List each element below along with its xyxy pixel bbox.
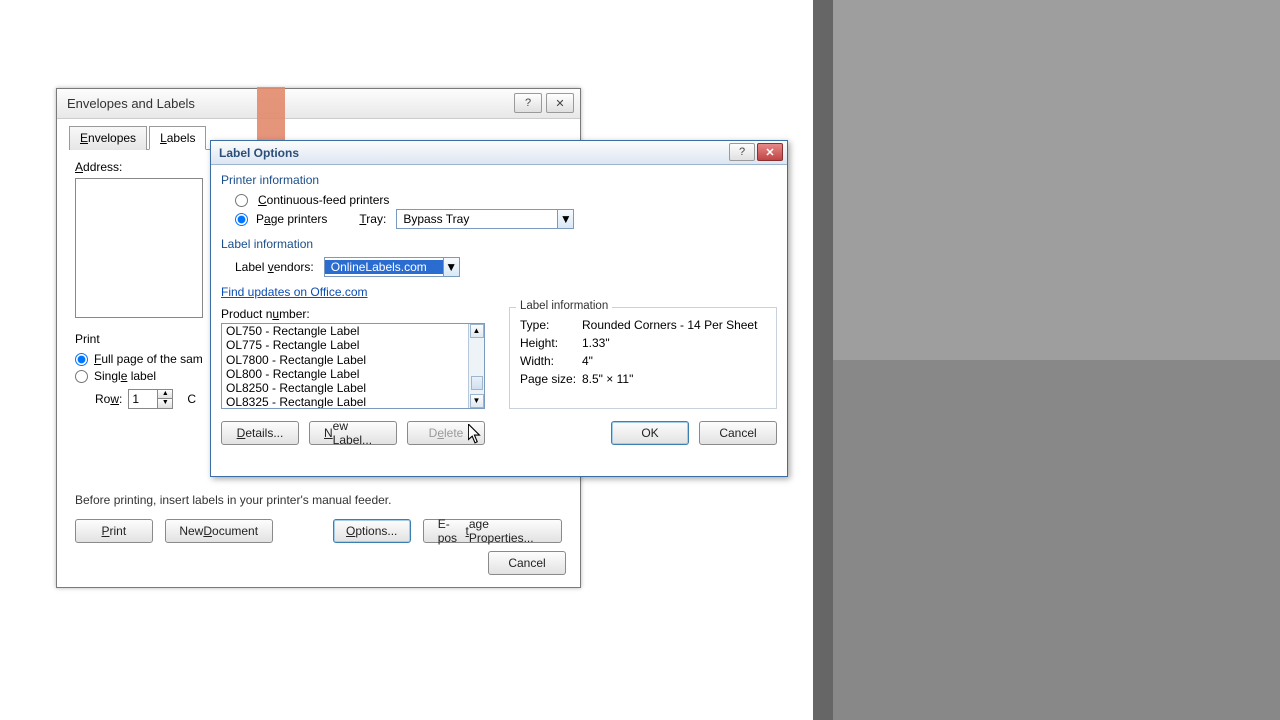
info-page-key: Page size:: [520, 372, 582, 386]
row-step-up[interactable]: ▲: [158, 390, 172, 399]
scroll-up-button[interactable]: ▲: [470, 324, 484, 338]
list-item[interactable]: OL800 - Rectangle Label: [222, 367, 468, 381]
scroll-thumb[interactable]: [471, 376, 483, 390]
options-help-button[interactable]: ?: [729, 143, 755, 161]
row-stepper[interactable]: ▲ ▼: [128, 389, 173, 409]
info-page-val: 8.5" × 11": [582, 372, 766, 386]
options-titlebar: Label Options ? ✕: [211, 141, 787, 165]
dialog-titlebar: Envelopes and Labels ? ✕: [57, 89, 580, 119]
find-updates-link[interactable]: Find updates on Office.com: [221, 285, 368, 299]
app-gutter: [813, 0, 833, 720]
vendor-label: Label vendors:: [235, 260, 314, 274]
info-width-key: Width:: [520, 354, 582, 368]
info-height-val: 1.33": [582, 336, 766, 350]
list-scrollbar[interactable]: ▲ ▼: [468, 324, 484, 408]
address-textarea[interactable]: [75, 178, 203, 318]
info-type-val: Rounded Corners - 14 Per Sheet: [582, 318, 766, 332]
print-button[interactable]: Print: [75, 519, 153, 543]
list-item[interactable]: OL775 - Rectangle Label: [222, 338, 468, 352]
new-label-button[interactable]: New Label...: [309, 421, 397, 445]
options-close-button[interactable]: ✕: [757, 143, 783, 161]
list-item[interactable]: OL8250 - Rectangle Label: [222, 381, 468, 395]
chevron-down-icon[interactable]: ▼: [557, 210, 573, 228]
help-button[interactable]: ?: [514, 93, 542, 113]
radio-single-label-input[interactable]: [75, 370, 88, 383]
radio-page-printers-input[interactable]: [235, 213, 248, 226]
chevron-down-icon[interactable]: ▼: [443, 258, 459, 276]
row-step-down[interactable]: ▼: [158, 399, 172, 408]
product-list-items[interactable]: OL750 - Rectangle Label OL775 - Rectangl…: [222, 324, 468, 408]
row-label: Row:: [95, 392, 122, 406]
product-listbox[interactable]: OL750 - Rectangle Label OL775 - Rectangl…: [221, 323, 485, 409]
tray-value: Bypass Tray: [397, 212, 557, 226]
cancel-button[interactable]: Cancel: [488, 551, 566, 575]
printer-info-heading: Printer information: [221, 173, 777, 187]
list-item[interactable]: OL8325 - Rectangle Label: [222, 395, 468, 408]
info-width-val: 4": [582, 354, 766, 368]
app-background-bottom: [833, 360, 1280, 720]
dialog-title: Envelopes and Labels: [67, 96, 195, 111]
options-cancel-button[interactable]: Cancel: [699, 421, 777, 445]
info-height-key: Height:: [520, 336, 582, 350]
radio-continuous-feed-input[interactable]: [235, 194, 248, 207]
options-button[interactable]: Options...: [333, 519, 411, 543]
options-title: Label Options: [219, 146, 299, 160]
label-info-heading: Label information: [221, 237, 777, 251]
info-type-key: Type:: [520, 318, 582, 332]
ok-button[interactable]: OK: [611, 421, 689, 445]
tab-labels[interactable]: Labels: [149, 126, 206, 150]
label-options-dialog: Label Options ? ✕ Printer information Co…: [210, 140, 788, 477]
manual-feeder-hint: Before printing, insert labels in your p…: [75, 493, 562, 507]
tray-label: Tray:: [359, 212, 386, 226]
label-info-box: Label information Type: Rounded Corners …: [509, 307, 777, 409]
delete-button: Delete: [407, 421, 485, 445]
label-info-box-title: Label information: [516, 300, 612, 312]
row-input[interactable]: [128, 389, 158, 409]
radio-page-printers[interactable]: Page printers: [235, 212, 327, 226]
scroll-down-button[interactable]: ▼: [470, 394, 484, 408]
details-button[interactable]: Details...: [221, 421, 299, 445]
list-item[interactable]: OL750 - Rectangle Label: [222, 324, 468, 338]
product-number-label: Product number:: [221, 307, 485, 321]
radio-full-page-input[interactable]: [75, 353, 88, 366]
list-item[interactable]: OL7800 - Rectangle Label: [222, 353, 468, 367]
vendor-combo[interactable]: OnlineLabels.com ▼: [324, 257, 460, 277]
col-label-partial: C: [187, 392, 196, 406]
close-button[interactable]: ✕: [546, 93, 574, 113]
tray-combo[interactable]: Bypass Tray ▼: [396, 209, 574, 229]
new-document-button[interactable]: New Document: [165, 519, 273, 543]
epostage-button[interactable]: E-postage Properties...: [423, 519, 562, 543]
vendor-value: OnlineLabels.com: [325, 260, 443, 274]
radio-continuous-feed[interactable]: Continuous-feed printers: [235, 193, 777, 207]
tab-envelopes[interactable]: Envelopes: [69, 126, 147, 150]
